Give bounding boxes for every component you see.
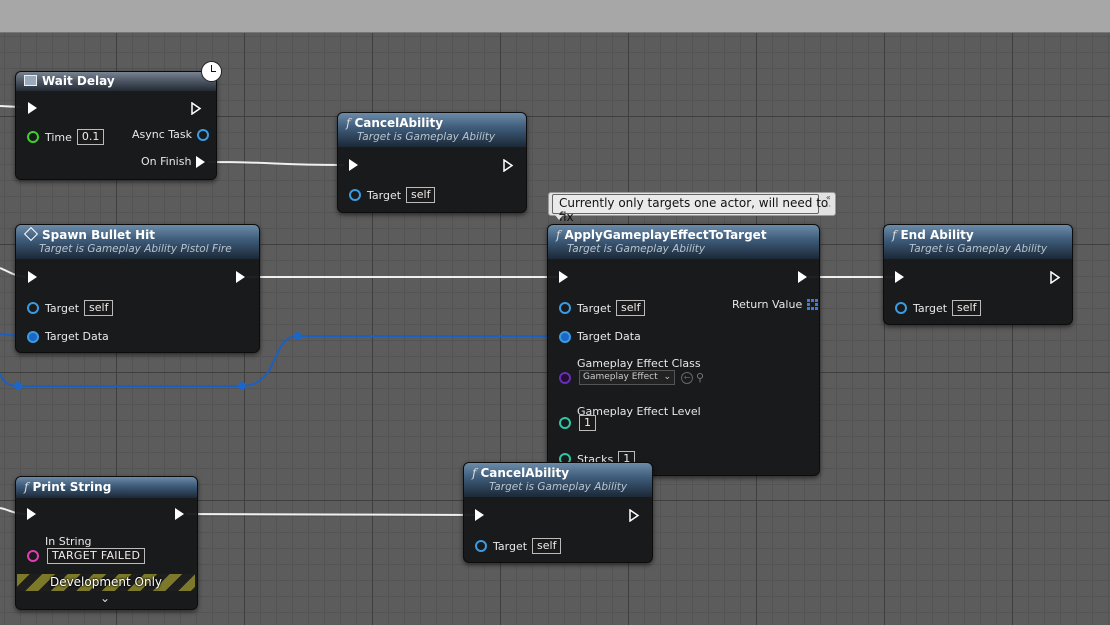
in-string-label: In String — [45, 535, 92, 548]
expand-chevron-icon[interactable]: ⌄ — [100, 591, 110, 605]
exec-in-pin[interactable] — [27, 508, 36, 520]
event-diamond-icon — [23, 226, 39, 242]
effect-level-input[interactable]: 1 — [579, 415, 596, 431]
node-subtitle: Target is Gameplay Ability Pistol Fire — [39, 243, 232, 255]
exec-in-pin[interactable] — [349, 159, 358, 171]
node-title: ApplyGameplayEffectToTarget — [564, 228, 767, 242]
reroute-node-3 — [294, 332, 302, 340]
cancel-ability-node-1[interactable]: f CancelAbility Target is Gameplay Abilit… — [337, 112, 527, 213]
target-data-label: Target Data — [577, 330, 641, 343]
exec-out-pin[interactable] — [175, 508, 184, 520]
target-input[interactable]: self — [532, 538, 562, 554]
apply-gameplay-effect-header[interactable]: f ApplyGameplayEffectToTarget Target is G… — [548, 225, 819, 259]
effect-level-pin[interactable] — [559, 417, 571, 429]
use-selected-icon[interactable]: ← — [681, 371, 694, 384]
exec-out-pin[interactable] — [629, 509, 640, 522]
in-string-pin[interactable] — [27, 550, 39, 562]
effect-class-value: Gameplay Effect — [583, 372, 658, 382]
development-only-label: Development Only — [49, 575, 163, 589]
target-data-pin[interactable] — [27, 330, 39, 343]
node-title: CancelAbility — [480, 466, 570, 480]
reroute-node-1 — [14, 382, 22, 390]
target-pin[interactable] — [475, 540, 487, 552]
time-input[interactable]: 0.1 — [76, 129, 105, 145]
clock-icon — [201, 61, 222, 82]
target-input[interactable]: self — [84, 300, 114, 316]
exec-in-pin[interactable] — [559, 271, 568, 283]
time-pin[interactable] — [27, 131, 39, 143]
node-subtitle: Target is Gameplay Ability — [909, 243, 1048, 255]
exec-wire-wait-to-cancel — [207, 161, 345, 166]
function-icon: f — [556, 228, 561, 242]
target-label: Target — [367, 188, 402, 202]
development-only-banner: Development Only — [17, 574, 195, 591]
function-icon: f — [24, 480, 29, 494]
node-title: End Ability — [900, 228, 974, 242]
apply-gameplay-effect-node[interactable]: f ApplyGameplayEffectToTarget Target is G… — [547, 224, 820, 476]
cancel-ability-node-2[interactable]: f CancelAbility Target is Gameplay Abilit… — [463, 462, 653, 563]
print-string-header[interactable]: f Print String — [16, 477, 197, 498]
exec-out-pin[interactable] — [191, 102, 202, 115]
function-icon: f — [892, 228, 897, 242]
comment-pin-icon[interactable]: «·· — [826, 193, 831, 211]
node-title: Print String — [32, 480, 112, 494]
function-icon: f — [472, 466, 477, 480]
exec-out-pin[interactable] — [798, 271, 807, 283]
target-pin[interactable] — [895, 302, 907, 314]
cancel-ability-header[interactable]: f CancelAbility Target is Gameplay Abilit… — [338, 113, 526, 147]
node-comment-bubble[interactable]: Currently only targets one actor, will n… — [548, 192, 836, 224]
exec-wire-print-to-cancel2 — [185, 513, 475, 516]
exec-in-pin[interactable] — [28, 271, 37, 283]
cancel-ability-header[interactable]: f CancelAbility Target is Gameplay Abilit… — [464, 463, 652, 497]
effect-class-pin[interactable] — [559, 371, 571, 384]
end-ability-node[interactable]: f End Ability Target is Gameplay Ability … — [883, 224, 1073, 325]
on-finish-label: On Finish — [141, 155, 192, 168]
target-label: Target — [913, 301, 948, 315]
effect-class-label: Gameplay Effect Class — [577, 357, 701, 370]
effect-class-dropdown[interactable]: Gameplay Effect ⌄ — [579, 370, 676, 385]
target-input[interactable]: self — [952, 300, 982, 316]
node-subtitle: Target is Gameplay Ability — [567, 243, 706, 255]
spawn-bullet-hit-header[interactable]: Spawn Bullet Hit Target is Gameplay Abil… — [16, 225, 259, 259]
print-string-node[interactable]: f Print String In String TARGET FAILED De… — [15, 476, 198, 610]
target-data-pin[interactable] — [559, 330, 571, 343]
comment-text: Currently only targets one actor, will n… — [559, 196, 829, 224]
struct-grid-icon[interactable] — [807, 299, 819, 310]
node-subtitle: Target is Gameplay Ability — [489, 481, 628, 493]
spawn-bullet-hit-node[interactable]: Spawn Bullet Hit Target is Gameplay Abil… — [15, 224, 260, 353]
target-data-label: Target Data — [45, 330, 109, 343]
exec-in-pin[interactable] — [28, 102, 37, 114]
reroute-node-2 — [238, 382, 246, 390]
target-pin[interactable] — [349, 189, 361, 201]
target-pin[interactable] — [559, 302, 571, 314]
exec-out-pin[interactable] — [503, 159, 514, 172]
target-label: Target — [577, 301, 612, 315]
exec-out-pin[interactable] — [1050, 271, 1061, 284]
on-finish-pin[interactable] — [196, 155, 206, 168]
in-string-input[interactable]: TARGET FAILED — [47, 548, 146, 564]
wait-delay-node[interactable]: Wait Delay Time 0.1 Async Task On Finish — [15, 61, 222, 180]
exec-out-pin[interactable] — [236, 271, 245, 283]
node-title: Wait Delay — [42, 74, 115, 88]
target-input[interactable]: self — [406, 187, 436, 203]
browse-search-icon[interactable]: ⚲ — [696, 371, 704, 384]
target-label: Target — [493, 539, 528, 553]
target-input[interactable]: self — [616, 300, 646, 316]
time-label: Time — [45, 130, 72, 144]
wait-delay-header[interactable]: Wait Delay — [16, 72, 216, 91]
end-ability-header[interactable]: f End Ability Target is Gameplay Ability — [884, 225, 1072, 259]
target-pin[interactable] — [27, 302, 39, 314]
node-title: Spawn Bullet Hit — [42, 228, 155, 242]
node-subtitle: Target is Gameplay Ability — [357, 131, 496, 143]
async-task-pin[interactable] — [197, 128, 210, 141]
node-title: CancelAbility — [354, 116, 444, 130]
return-value-label: Return Value — [732, 298, 803, 311]
function-icon: f — [346, 116, 351, 130]
target-label: Target — [45, 301, 80, 315]
exec-in-pin[interactable] — [475, 509, 484, 521]
exec-in-pin[interactable] — [895, 271, 904, 283]
chevron-down-icon: ⌄ — [663, 372, 672, 382]
window-icon — [24, 75, 37, 86]
async-task-label: Async Task — [132, 128, 193, 141]
